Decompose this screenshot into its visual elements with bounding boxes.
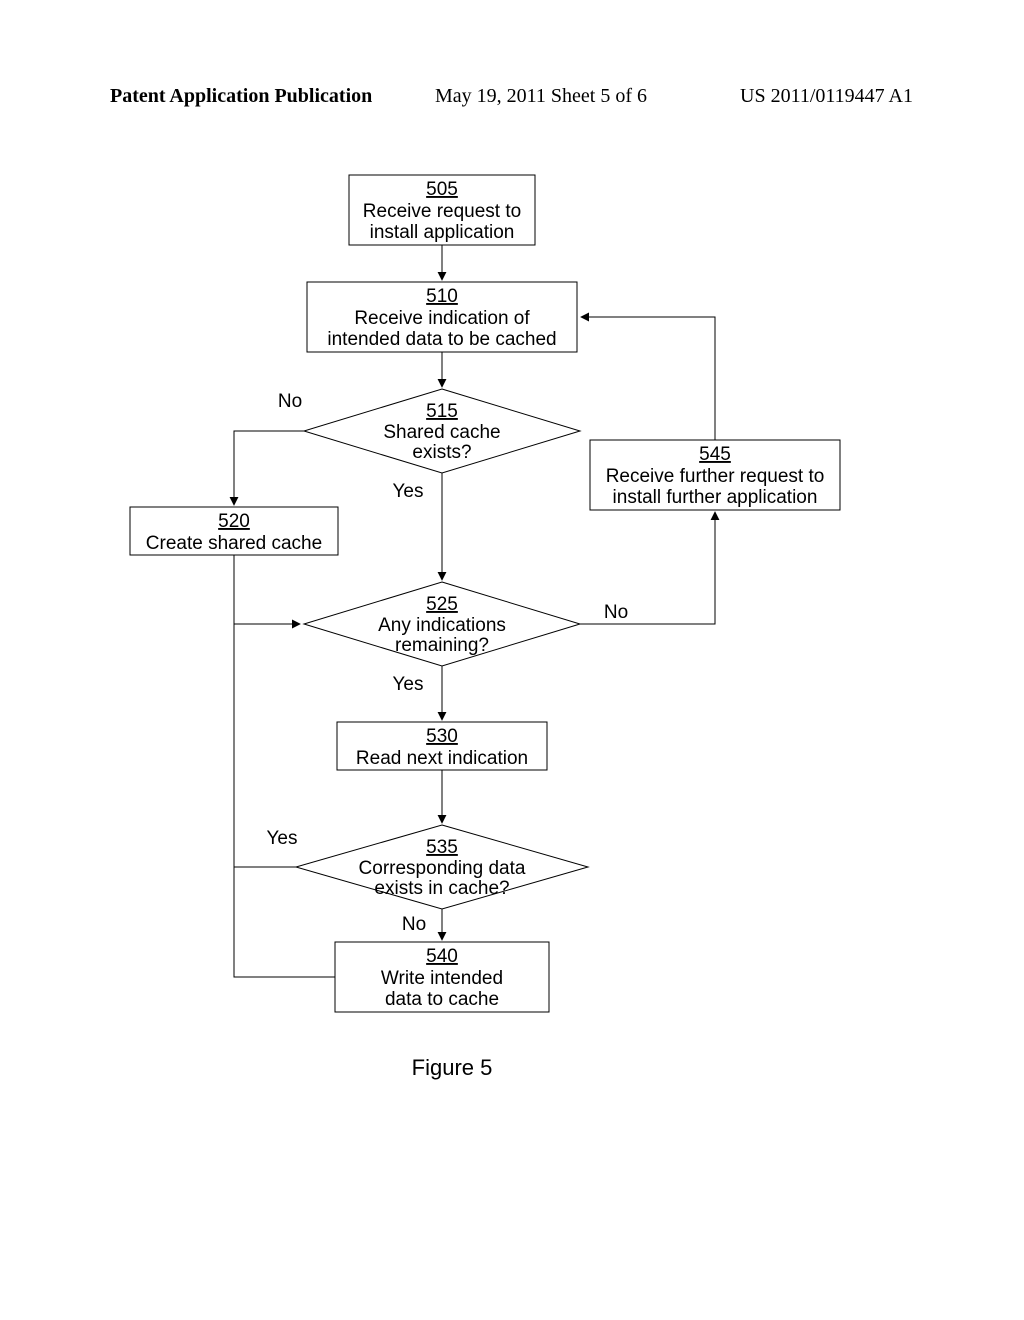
svg-text:525: 525 [426,594,458,615]
svg-text:Receive indication of: Receive indication of [354,308,530,329]
label-yes-515: Yes [393,481,424,502]
svg-text:install further application: install further application [613,487,818,508]
label-yes-525: Yes [393,674,424,695]
node-510: 510 Receive indication of intended data … [307,282,577,352]
svg-text:install application: install application [370,222,515,243]
label-no-525: No [604,602,628,623]
arrow-525-545 [580,512,715,624]
node-515: 515 Shared cache exists? [304,389,580,473]
label-yes-535: Yes [267,828,298,849]
arrow-545-510 [581,317,715,440]
node-535: 535 Corresponding data exists in cache? [296,825,588,909]
svg-text:545: 545 [699,444,731,465]
svg-text:remaining?: remaining? [395,635,489,656]
label-no-535: No [402,914,426,935]
svg-text:intended data to be cached: intended data to be cached [327,329,556,350]
svg-text:530: 530 [426,726,458,747]
arrow-540-525-loop [234,867,335,977]
svg-text:Read next indication: Read next indication [356,748,528,769]
arrow-520-525 [234,555,300,624]
svg-text:515: 515 [426,401,458,422]
svg-text:520: 520 [218,511,250,532]
node-545: 545 Receive further request to install f… [590,440,840,510]
svg-text:Receive further request to: Receive further request to [606,466,825,487]
svg-text:505: 505 [426,179,458,200]
flowchart: 505 Receive request to install applicati… [0,0,1024,1320]
node-505: 505 Receive request to install applicati… [349,175,535,245]
arrow-515-520 [234,431,304,505]
node-540: 540 Write intended data to cache [335,942,549,1012]
svg-text:Write intended: Write intended [381,968,503,989]
svg-text:data to cache: data to cache [385,989,499,1010]
figure-label: Figure 5 [412,1055,493,1080]
svg-text:Corresponding data: Corresponding data [359,858,526,879]
svg-text:exists in cache?: exists in cache? [374,878,509,899]
svg-text:Create shared cache: Create shared cache [146,533,322,554]
svg-text:Receive request to: Receive request to [363,201,521,222]
svg-text:Any indications: Any indications [378,615,506,636]
node-530: 530 Read next indication [337,722,547,770]
node-520: 520 Create shared cache [130,507,338,555]
svg-text:510: 510 [426,286,458,307]
svg-text:540: 540 [426,946,458,967]
label-no-515: No [278,391,302,412]
svg-text:535: 535 [426,837,458,858]
svg-text:exists?: exists? [412,442,471,463]
svg-text:Shared cache: Shared cache [383,422,500,443]
node-525: 525 Any indications remaining? [304,582,580,666]
